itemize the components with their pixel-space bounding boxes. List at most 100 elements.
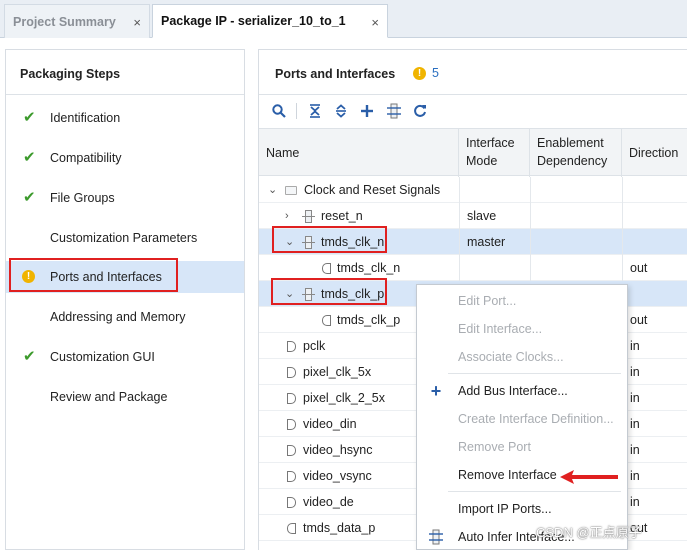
toolbar xyxy=(259,95,687,127)
row-name: video_din xyxy=(303,417,357,431)
warning-icon[interactable]: ! xyxy=(413,67,426,80)
folder-icon xyxy=(285,186,297,195)
interface-icon xyxy=(302,236,315,249)
column-label: Name xyxy=(266,146,300,160)
add-icon[interactable] xyxy=(356,100,378,122)
row-direction: in xyxy=(630,495,640,509)
row-name: tmds_clk_p xyxy=(321,287,385,301)
divider xyxy=(459,229,460,255)
divider xyxy=(459,255,460,281)
row-name: video_de xyxy=(303,495,354,509)
tab-label: Package IP - serializer_10_to_1 xyxy=(161,14,346,28)
row-name: video_hsync xyxy=(303,443,373,457)
table-row[interactable]: › reset_n slave xyxy=(259,203,687,229)
row-name: tmds_clk_n xyxy=(321,235,385,249)
close-icon[interactable]: × xyxy=(133,15,141,30)
check-icon: ✔ xyxy=(23,149,36,166)
row-direction: in xyxy=(630,443,640,457)
row-direction: in xyxy=(630,391,640,405)
step-customization-gui[interactable]: ✔ Customization GUI xyxy=(6,341,244,373)
chevron-down-icon[interactable]: ⌄ xyxy=(285,229,294,255)
warning-count[interactable]: 5 xyxy=(432,66,439,80)
input-port-icon xyxy=(287,497,296,508)
step-label: Customization Parameters xyxy=(50,231,198,245)
panel-title: Ports and Interfaces xyxy=(275,67,396,81)
step-label: Identification xyxy=(50,111,121,125)
search-icon[interactable] xyxy=(268,100,290,122)
table-header: Name Interface Mode Enablement Dependenc… xyxy=(259,128,687,177)
packaging-steps-panel: Packaging Steps ✔ Identification ✔ Compa… xyxy=(5,49,245,550)
editor-tab-bar: Project Summary × Package IP - serialize… xyxy=(0,0,687,38)
check-icon: ✔ xyxy=(23,348,36,365)
menu-item-associate-clocks[interactable]: Associate Clocks... xyxy=(417,345,627,369)
divider xyxy=(530,203,531,229)
row-direction: in xyxy=(630,339,640,353)
divider xyxy=(622,255,623,281)
menu-item-edit-interface[interactable]: Edit Interface... xyxy=(417,317,627,341)
menu-separator xyxy=(448,373,621,374)
step-addressing-and-memory[interactable]: Addressing and Memory xyxy=(6,301,244,333)
input-port-icon xyxy=(287,341,296,352)
divider xyxy=(6,94,244,95)
row-name: video_vsync xyxy=(303,469,372,483)
menu-item-label: Add Bus Interface... xyxy=(458,384,568,398)
step-compatibility[interactable]: ✔ Compatibility xyxy=(6,142,244,174)
column-header-enablement-dependency[interactable]: Enablement Dependency xyxy=(530,129,622,177)
row-name: reset_n xyxy=(321,209,363,223)
divider xyxy=(530,255,531,281)
row-name: tmds_clk_p xyxy=(337,313,401,327)
input-port-icon xyxy=(287,419,296,430)
interface-icon xyxy=(302,210,315,223)
step-file-groups[interactable]: ✔ File Groups xyxy=(6,182,244,214)
menu-item-add-bus-interface[interactable]: + Add Bus Interface... xyxy=(417,379,627,403)
chevron-down-icon[interactable]: ⌄ xyxy=(285,281,294,307)
row-direction: out xyxy=(630,313,648,327)
table-row[interactable]: ⌄ tmds_clk_n master xyxy=(259,229,687,255)
auto-infer-icon[interactable] xyxy=(383,100,405,122)
column-label: Enablement xyxy=(537,136,604,150)
tab-project-summary[interactable]: Project Summary × xyxy=(4,4,150,38)
step-identification[interactable]: ✔ Identification xyxy=(6,102,244,134)
column-label: Dependency xyxy=(537,154,608,168)
divider xyxy=(459,203,460,229)
row-direction: in xyxy=(630,365,640,379)
tab-package-ip[interactable]: Package IP - serializer_10_to_1 × xyxy=(152,4,388,38)
annotation-arrow-icon xyxy=(560,470,618,484)
step-customization-parameters[interactable]: Customization Parameters xyxy=(6,222,244,254)
divider xyxy=(296,103,297,119)
output-port-icon xyxy=(322,315,331,326)
collapse-all-icon[interactable] xyxy=(304,100,326,122)
warning-icon: ! xyxy=(22,270,35,283)
table-row[interactable]: tmds_clk_n out xyxy=(259,255,687,281)
row-name: Clock and Reset Signals xyxy=(304,183,441,197)
column-header-name[interactable]: Name xyxy=(259,129,459,177)
divider xyxy=(530,177,531,203)
row-direction: in xyxy=(630,417,640,431)
table-row[interactable]: ⌄ Clock and Reset Signals xyxy=(259,177,687,203)
divider xyxy=(622,203,623,229)
check-icon: ✔ xyxy=(23,189,36,206)
menu-item-edit-port[interactable]: Edit Port... xyxy=(417,289,627,313)
step-label: Review and Package xyxy=(50,390,168,404)
expand-all-icon[interactable] xyxy=(330,100,352,122)
column-header-direction[interactable]: Direction xyxy=(622,129,687,177)
column-header-interface-mode[interactable]: Interface Mode xyxy=(459,129,530,177)
row-name: tmds_clk_n xyxy=(337,261,401,275)
divider xyxy=(622,229,623,255)
menu-item-import-ip-ports[interactable]: Import IP Ports... xyxy=(417,497,627,521)
step-review-and-package[interactable]: Review and Package xyxy=(6,381,244,413)
step-label: Compatibility xyxy=(50,151,122,165)
watermark: CSDN @正点原子 xyxy=(536,525,642,540)
step-label: Customization GUI xyxy=(50,350,155,364)
step-label: Addressing and Memory xyxy=(50,310,186,324)
input-port-icon xyxy=(287,471,296,482)
menu-item-remove-port[interactable]: Remove Port xyxy=(417,435,627,459)
chevron-right-icon[interactable]: › xyxy=(285,203,289,229)
step-ports-and-interfaces[interactable]: ! Ports and Interfaces xyxy=(6,261,244,293)
chevron-down-icon[interactable]: ⌄ xyxy=(268,177,277,203)
close-icon[interactable]: × xyxy=(371,15,379,30)
column-label: Direction xyxy=(629,146,679,160)
menu-item-create-interface-definition[interactable]: Create Interface Definition... xyxy=(417,407,627,431)
refresh-icon[interactable] xyxy=(409,100,431,122)
menu-separator xyxy=(448,491,621,492)
